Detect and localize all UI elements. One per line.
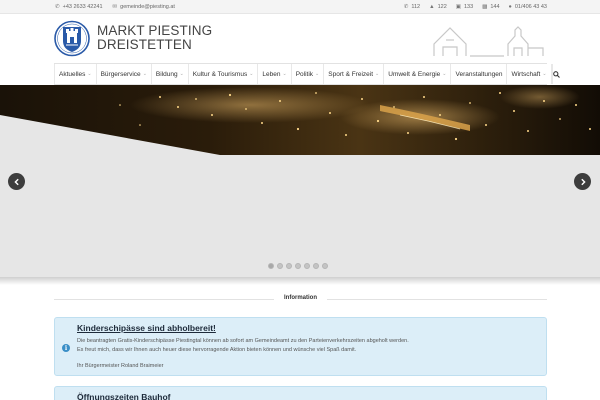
alert-signature: Ihr Bürgermeister Roland Braimeier	[77, 363, 164, 369]
envelope-icon: ✉	[112, 4, 118, 10]
alert-title[interactable]: Kinderschipässe sind abholbereit!	[77, 323, 216, 333]
site-brand[interactable]: MARKT PIESTING DREISTETTEN	[97, 24, 212, 52]
emergency-number[interactable]: ▣ 133	[456, 4, 473, 10]
chevron-right-icon	[580, 178, 586, 185]
alert-text: Die beantragten Gratis-Kinderschipässe P…	[77, 338, 409, 344]
information-section-header: Information	[54, 290, 547, 308]
chevron-down-icon: ⌄	[142, 71, 147, 77]
slider-dot[interactable]	[295, 263, 301, 269]
slider-prev-button[interactable]	[8, 173, 25, 190]
slider-dot[interactable]	[304, 263, 310, 269]
slider-dot[interactable]	[268, 263, 274, 269]
emergency-number[interactable]: ▲ 122	[429, 4, 447, 10]
brand-line-2: DREISTETTEN	[97, 37, 192, 52]
slider-dot[interactable]	[286, 263, 292, 269]
search-button[interactable]	[551, 64, 560, 84]
nav-item-leben[interactable]: Leben ⌄	[258, 64, 292, 84]
nav-item-sport-freizeit[interactable]: Sport & Freizeit ⌄	[324, 64, 385, 84]
top-bar: ✆ +43 2633 42241 ✉ gemeinde@piesting.at …	[0, 0, 600, 14]
chevron-down-icon: ⌄	[442, 71, 447, 77]
nav-item-kultur-tourismus[interactable]: Kultur & Tourismus ⌄	[189, 64, 259, 84]
chevron-down-icon: ⌄	[542, 71, 547, 77]
ambulance-icon: ▩	[482, 4, 488, 10]
nav-item-veranstaltungen[interactable]: Veranstaltungen	[451, 64, 508, 84]
section-title: Information	[284, 295, 317, 301]
person-icon: ●	[508, 4, 512, 10]
chevron-down-icon: ⌄	[375, 71, 380, 77]
emergency-number[interactable]: ● 01/406 43 43	[509, 4, 547, 10]
contact-phone[interactable]: ✆ +43 2633 42241	[55, 4, 103, 10]
slider-dot[interactable]	[313, 263, 319, 269]
nav-item-wirtschaft[interactable]: Wirtschaft ⌄	[507, 64, 552, 84]
chevron-down-icon: ⌄	[249, 71, 254, 77]
nav-item-politik[interactable]: Politik ⌄	[292, 64, 325, 84]
chevron-down-icon: ⌄	[315, 71, 320, 77]
brand-line-1: MARKT PIESTING	[97, 23, 213, 38]
police-car-icon: ▣	[455, 4, 461, 10]
slider-dot[interactable]	[277, 263, 283, 269]
info-alert: i Kinderschipässe sind abholbereit! Die …	[54, 317, 547, 376]
slider-pagination	[268, 263, 328, 269]
church-skyline-graphic	[433, 26, 544, 57]
emergency-number[interactable]: ▩ 144	[482, 4, 499, 10]
phone-icon: ✆	[55, 4, 60, 10]
phone-icon: ✆	[403, 4, 409, 10]
main-navigation: Aktuelles ⌄ Bürgerservice ⌄ Bildung ⌄ Kultu…	[54, 63, 560, 85]
emergency-number[interactable]: ✆ 112	[404, 4, 420, 10]
fire-icon: ▲	[429, 4, 435, 10]
info-alert: Öffnungszeiten Bauhof	[54, 386, 547, 400]
site-header: MARKT PIESTING DREISTETTEN	[0, 14, 600, 63]
slide-image	[0, 85, 600, 277]
nav-item-bildung[interactable]: Bildung ⌄	[152, 64, 189, 84]
coat-of-arms-logo[interactable]	[54, 17, 90, 60]
chevron-down-icon: ⌄	[87, 71, 92, 77]
info-icon: i	[62, 344, 70, 352]
slider-dot[interactable]	[322, 263, 328, 269]
slider-next-button[interactable]	[574, 173, 591, 190]
alert-text: Es freut mich, dass wir Ihnen auch heuer…	[77, 347, 357, 353]
chevron-down-icon: ⌄	[179, 71, 184, 77]
nav-item-umwelt-energie[interactable]: Umwelt & Energie ⌄	[384, 64, 452, 84]
nav-item-buergerservice[interactable]: Bürgerservice ⌄	[97, 64, 152, 84]
slider-shadow	[0, 277, 600, 285]
nav-item-aktuelles[interactable]: Aktuelles ⌄	[54, 64, 97, 84]
hero-slider	[0, 85, 600, 277]
chevron-left-icon	[13, 178, 19, 185]
search-icon	[552, 70, 560, 78]
alert-title[interactable]: Öffnungszeiten Bauhof	[77, 392, 171, 400]
chevron-down-icon: ⌄	[282, 71, 287, 77]
contact-email[interactable]: ✉ gemeinde@piesting.at	[113, 4, 175, 10]
